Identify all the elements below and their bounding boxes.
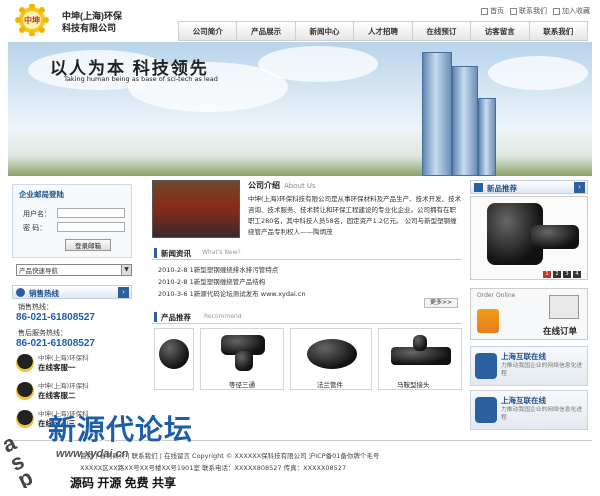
arrow-right-icon[interactable]: › [118,287,129,298]
svg-text:p: p [14,464,37,488]
hotline-header: 销售热线 › [12,285,132,299]
chevron-down-icon: ▼ [121,265,131,275]
password-label: 密 码： [23,224,47,232]
service-banner-1[interactable]: 上海互联在线 力推动我国企业的网络信息化进程 [470,346,588,386]
sales-label: 销售热线： [18,303,53,311]
nav-news[interactable]: 新闻中心 [295,21,355,41]
company-name-line2: 科技有限公司 [62,23,117,33]
arrow-right-icon[interactable]: › [574,182,585,193]
slide-page-1[interactable]: 1 [543,271,551,278]
qq-penguin-icon [16,354,34,372]
nav-contact[interactable]: 联系我们 [529,21,588,41]
slide-page-4[interactable]: 4 [573,271,581,278]
company-logo[interactable]: 中坤 [12,3,56,37]
qq-support-1[interactable]: 中坤(上海)环保科 在线客服一 [16,352,134,376]
asp-watermark-logo: a s p [2,429,37,488]
slide-page-3[interactable]: 3 [563,271,571,278]
company-logo-icon [475,397,497,423]
password-input[interactable] [57,222,125,232]
favorite-link[interactable]: 加入收藏 [553,6,590,16]
about-photo [152,180,240,238]
building-image [422,52,452,176]
footer-line-2: XXXXX区XX路XX号XX号楼XX号1901室 联系电话：XXXXX80852… [80,464,347,472]
username-input[interactable] [57,208,125,218]
main-nav: 公司简介 产品展示 新闻中心 人才招聘 在线预订 访客留言 联系我们 [178,21,588,41]
home-icon [481,7,488,15]
sales-phone: 86-021-61808527 [16,312,95,323]
home-link[interactable]: 首页 [481,6,504,16]
company-logo-icon [475,353,497,379]
watermark-title: 新源代论坛 [48,414,194,445]
email-login-box: 企业邮局登陆 用户名： 密 码： 登录邮箱 [12,184,132,258]
product-card[interactable] [154,328,194,390]
products-header: 产品推荐 Recommend [152,310,462,324]
nav-products[interactable]: 产品展示 [237,21,296,41]
product-nav-select[interactable]: 产品快速导航 ▼ [16,264,132,276]
service-banner-2[interactable]: 上海互联在线 力推动我国企业的网络信息化进程 [470,390,588,430]
product-card[interactable]: 法兰管件 [290,328,372,390]
nav-jobs[interactable]: 人才招聘 [354,21,413,41]
news-header: 新闻资讯 What's New? [152,246,462,260]
news-item[interactable]: 2010-2-8 1新型塑钢缠绕排水排污管特点 [158,264,278,274]
logo-text: 中坤 [24,16,40,25]
login-button[interactable]: 登录邮箱 [65,239,111,251]
phone-icon [16,288,25,297]
banner-slogan-en: Taking human being as base of sci-tech a… [64,75,218,83]
nav-guestbook[interactable]: 访客留言 [471,21,530,41]
product-card[interactable]: 马鞍型接头 [378,328,462,390]
star-icon [553,7,560,15]
mail-icon [510,7,517,15]
product-card[interactable]: 等径三通 [200,328,284,390]
about-title: 公司介绍 About Us [248,181,316,190]
service-phone: 86-021-61808527 [16,338,95,349]
service-label: 售后服务热线： [18,329,67,337]
news-more-button[interactable]: 更多>> [424,298,458,308]
new-product-image[interactable]: 1 2 3 4 [470,196,588,280]
box-icon [474,183,483,192]
order-online-banner[interactable]: Order Online 在线订单 [470,288,588,340]
about-text: 中坤(上海)环保科技有限公司是从事环保材料及产品生产、技术开发、技术咨询、技术服… [248,195,462,236]
nav-booking[interactable]: 在线预订 [412,21,472,41]
contact-link[interactable]: 联系我们 [510,6,547,16]
laptop-icon [549,295,579,319]
gift-icon [477,309,499,333]
qq-penguin-icon [16,382,34,400]
slide-page-2[interactable]: 2 [553,271,561,278]
qq-support-2[interactable]: 中坤(上海)环保科 在线客服二 [16,380,134,404]
new-products-header: 新品推荐 › [470,180,588,194]
top-links: 首页 联系我们 加入收藏 [481,6,590,16]
nav-about[interactable]: 公司简介 [178,21,238,41]
watermark-url: www.xydai.cn [56,448,129,460]
login-title: 企业邮局登陆 [19,190,64,199]
news-item[interactable]: 2010-3-6 1新源代码论坛测试发布 www.xydai.cn [158,288,306,298]
username-label: 用户名： [23,210,51,218]
watermark-tagline: 源码 开源 免费 共享 [70,476,177,490]
news-item[interactable]: 2010-2-8 1新型塑钢缠绕管产品结构 [158,276,265,286]
